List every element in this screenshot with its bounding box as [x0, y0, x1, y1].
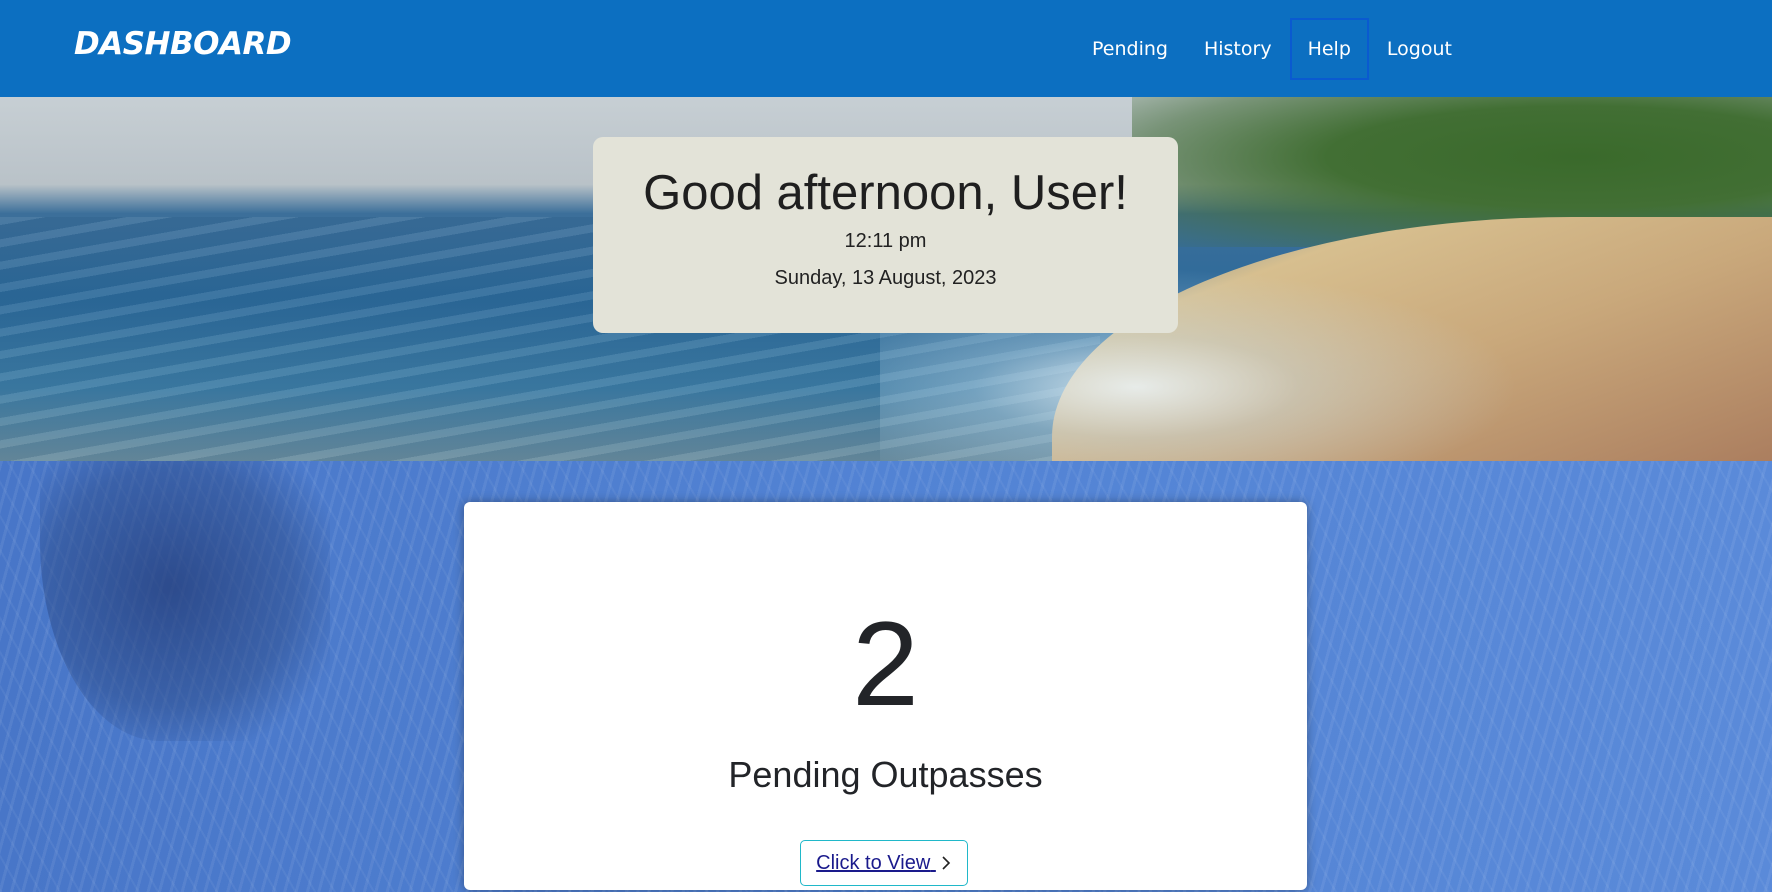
- nav-logout[interactable]: Logout: [1369, 18, 1470, 80]
- navbar: DASHBOARD Pending History Help Logout: [0, 0, 1772, 97]
- nav-pending[interactable]: Pending: [1074, 18, 1186, 80]
- greeting-text: Good afternoon, User!: [643, 166, 1128, 220]
- current-date: Sunday, 13 August, 2023: [774, 267, 997, 289]
- nav-help[interactable]: Help: [1289, 18, 1369, 80]
- nav-links: Pending History Help Logout: [1074, 18, 1470, 80]
- background-shade: [40, 461, 330, 741]
- chevron-right-icon: [940, 841, 952, 885]
- pending-count: 2: [852, 597, 919, 731]
- click-to-view-button[interactable]: Click to View: [800, 840, 968, 886]
- pending-label: Pending Outpasses: [728, 754, 1043, 795]
- pending-outpasses-card: 2 Pending Outpasses Click to View: [464, 502, 1307, 890]
- nav-history[interactable]: History: [1186, 18, 1290, 80]
- greeting-card: Good afternoon, User! 12:11 pm Sunday, 1…: [593, 137, 1178, 333]
- click-to-view-label: Click to View: [816, 852, 931, 874]
- current-time: 12:11 pm: [844, 230, 927, 252]
- brand-logo[interactable]: DASHBOARD: [74, 26, 292, 62]
